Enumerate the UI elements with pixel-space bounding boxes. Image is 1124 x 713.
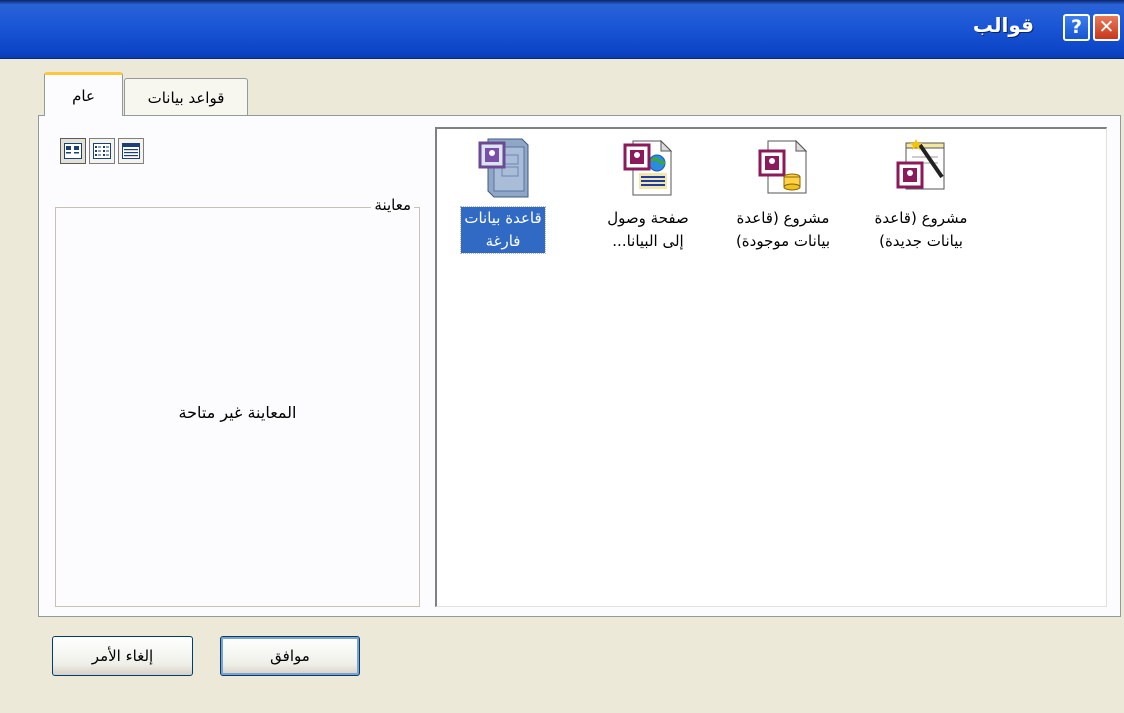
help-button[interactable]: ? [1063,14,1090,41]
tab-general[interactable]: عام [44,72,123,116]
preview-unavailable-text: المعاينة غير متاحة [178,403,297,422]
new-project-icon [896,139,945,190]
close-button[interactable]: ✕ [1093,14,1120,41]
list-view-button[interactable] [89,138,115,164]
help-icon: ? [1070,16,1083,38]
tab-databases[interactable]: قواعد بيانات [124,78,248,116]
large-icons-view-button[interactable] [60,138,86,164]
details-view-icon [122,143,140,159]
template-label: قاعدة بيانات فارغة [460,206,546,254]
close-icon: ✕ [1098,16,1115,38]
existing-project-icon [758,139,808,194]
template-label: مشروع (قاعدة بيانات موجودة) [735,209,831,250]
ok-button[interactable]: موافق [220,636,360,676]
details-view-button[interactable] [118,138,144,164]
templates-list[interactable]: مشروع (قاعدة بيانات جديدة) مشروع (قاعدة … [435,127,1107,607]
title-bar: قوالب ? ✕ [0,0,1124,59]
preview-group: معاينة المعاينة غير متاحة [55,196,420,607]
template-label: صفحة وصول إلى البيانا... [607,209,689,250]
template-new-project[interactable]: مشروع (قاعدة بيانات جديدة) [865,137,977,253]
window-title: قوالب [972,13,1034,37]
template-data-access-page[interactable]: صفحة وصول إلى البيانا... [592,137,704,253]
template-blank-database[interactable]: قاعدة بيانات فارغة [447,137,559,254]
view-toolbar [60,138,144,164]
list-view-icon [93,143,111,159]
blank-database-icon [478,138,529,198]
preview-label: معاينة [371,196,414,214]
template-label: مشروع (قاعدة بيانات جديدة) [874,209,968,250]
tab-general-label: عام [72,86,95,105]
large-icons-view-icon [64,143,82,159]
template-existing-project[interactable]: مشروع (قاعدة بيانات موجودة) [727,137,839,253]
data-access-page-icon [623,139,673,196]
cancel-button[interactable]: إلغاء الأمر [52,636,193,676]
tab-databases-label: قواعد بيانات [147,88,225,107]
